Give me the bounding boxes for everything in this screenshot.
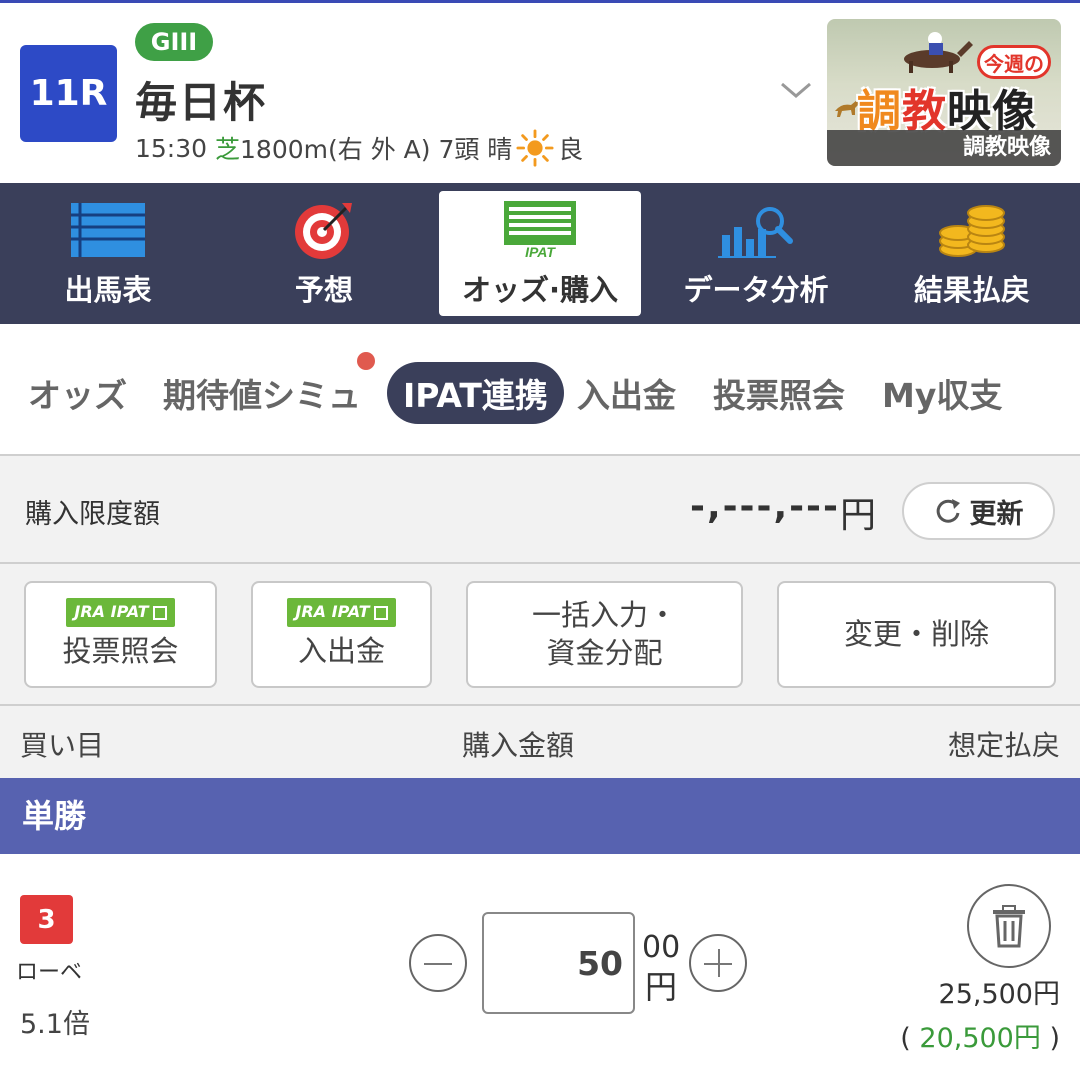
race-header: 11R GIII 毎日杯 15:30 芝 1800m(右 外 A) 7頭 晴 良 … bbox=[0, 3, 1080, 183]
track-condition: 良 bbox=[558, 135, 584, 164]
edit-delete-button[interactable]: 変更・削除 bbox=[777, 581, 1056, 688]
action-buttons: JRA IPAT 投票照会 JRA IPAT 入出金 一括入力・ 資金分配 変更… bbox=[0, 564, 1080, 706]
decrease-amount-button[interactable] bbox=[409, 934, 467, 992]
bulk-input-label-line2: 資金分配 bbox=[546, 635, 663, 670]
bulk-input-label-line1: 一括入力・ bbox=[531, 597, 677, 632]
refresh-icon bbox=[936, 499, 960, 523]
bet-row: 3 ローベ 5.1倍 00 円 25,500円 ( 20,500円 ) bbox=[0, 854, 1080, 1068]
col-payout: 想定払戻 bbox=[947, 729, 1060, 762]
edit-delete-label: 変更・削除 bbox=[843, 616, 989, 651]
race-number-badge: 11R bbox=[20, 45, 117, 142]
deposit-label: 入出金 bbox=[297, 634, 385, 669]
grade-badge: GIII bbox=[135, 23, 213, 61]
column-headers: 買い目 購入金額 想定払戻 bbox=[0, 706, 1080, 778]
race-details: 1800m(右 外 A) 7頭 晴 bbox=[240, 135, 513, 164]
main-nav: 出馬表 予想 IPAT オッズ·購入 データ分析 結果払戻 bbox=[0, 183, 1080, 324]
external-link-icon bbox=[152, 605, 167, 620]
refresh-button[interactable]: 更新 bbox=[902, 482, 1055, 540]
nav-prediction[interactable]: 予想 bbox=[216, 183, 432, 324]
race-name: 毎日杯 bbox=[135, 78, 268, 127]
nav-data-analysis[interactable]: データ分析 bbox=[648, 183, 864, 324]
bet-type-header: 単勝 bbox=[0, 778, 1080, 854]
svg-text:IPAT: IPAT bbox=[525, 244, 556, 260]
external-link-icon bbox=[373, 605, 388, 620]
horse-odds: 5.1倍 bbox=[20, 1009, 90, 1040]
subtab-expected-value-sim[interactable]: 期待値シミュ bbox=[163, 362, 361, 424]
purchase-limit-unit: 円 bbox=[840, 495, 877, 536]
race-info: 15:30 芝 1800m(右 外 A) 7頭 晴 良 bbox=[135, 129, 583, 167]
vote-inquiry-button[interactable]: JRA IPAT 投票照会 bbox=[24, 581, 217, 688]
nav-label: 予想 bbox=[294, 272, 353, 307]
race-time: 15:30 bbox=[135, 133, 208, 163]
subtab-ipat-link[interactable]: IPAT連携 bbox=[387, 362, 564, 424]
trash-icon bbox=[993, 905, 1025, 948]
amount-suffix-00: 00 bbox=[642, 930, 681, 965]
nav-race-card[interactable]: 出馬表 bbox=[0, 183, 216, 324]
subtab-vote-inquiry[interactable]: 投票照会 bbox=[713, 362, 845, 424]
target-icon bbox=[295, 202, 352, 259]
nav-label: オッズ·購入 bbox=[461, 272, 619, 307]
banner-caption: 調教映像 bbox=[827, 130, 1061, 166]
horse-name: ローベ bbox=[16, 960, 83, 985]
chart-search-icon bbox=[718, 206, 793, 258]
ipat-icon: IPAT bbox=[504, 200, 576, 260]
amount-input[interactable] bbox=[482, 912, 635, 1014]
this-week-badge: 今週の bbox=[977, 45, 1051, 79]
race-surface: 芝 bbox=[215, 135, 241, 164]
race-card-icon bbox=[71, 202, 145, 257]
training-video-banner[interactable]: 今週の 調教映像 調教映像 bbox=[827, 19, 1061, 166]
subtab-my-balance[interactable]: My収支 bbox=[882, 362, 1002, 424]
col-amount: 購入金額 bbox=[462, 729, 575, 762]
subtab-odds[interactable]: オッズ bbox=[28, 362, 127, 424]
amount-suffix-yen: 円 bbox=[645, 968, 678, 1006]
delete-bet-button[interactable] bbox=[967, 884, 1051, 968]
sun-icon bbox=[516, 129, 554, 167]
notification-dot bbox=[357, 352, 375, 370]
expected-profit: ( 20,500円 ) bbox=[900, 1023, 1060, 1054]
jra-ipat-badge: JRA IPAT bbox=[287, 598, 396, 628]
subtab-deposit[interactable]: 入出金 bbox=[577, 362, 676, 424]
nav-label: データ分析 bbox=[683, 272, 829, 307]
nav-label: 出馬表 bbox=[64, 272, 152, 307]
col-bet: 買い目 bbox=[20, 729, 105, 762]
coins-icon bbox=[939, 204, 1005, 257]
expected-payout: 25,500円 bbox=[938, 979, 1060, 1010]
bulk-input-button[interactable]: 一括入力・ 資金分配 bbox=[466, 581, 743, 688]
purchase-limit-label: 購入限度額 bbox=[25, 499, 160, 530]
nav-odds-purchase[interactable]: IPAT オッズ·購入 bbox=[439, 191, 641, 316]
increase-amount-button[interactable] bbox=[689, 934, 747, 992]
sub-tabs: オッズ 期待値シミュ IPAT連携 入出金 投票照会 My収支 bbox=[0, 324, 1080, 454]
refresh-label: 更新 bbox=[969, 498, 1024, 530]
horse-rider-icon bbox=[904, 32, 973, 73]
vote-inquiry-label: 投票照会 bbox=[62, 634, 179, 669]
chevron-down-icon[interactable] bbox=[778, 78, 814, 102]
deposit-button[interactable]: JRA IPAT 入出金 bbox=[251, 581, 432, 688]
purchase-limit-row: 購入限度額 -,---,--- 円 更新 bbox=[0, 454, 1080, 564]
purchase-limit-value: -,---,--- bbox=[690, 486, 840, 527]
nav-label: 結果払戻 bbox=[913, 272, 1030, 307]
horse-number-badge: 3 bbox=[20, 895, 73, 944]
jra-ipat-badge: JRA IPAT bbox=[66, 598, 175, 628]
nav-results[interactable]: 結果払戻 bbox=[864, 183, 1080, 324]
